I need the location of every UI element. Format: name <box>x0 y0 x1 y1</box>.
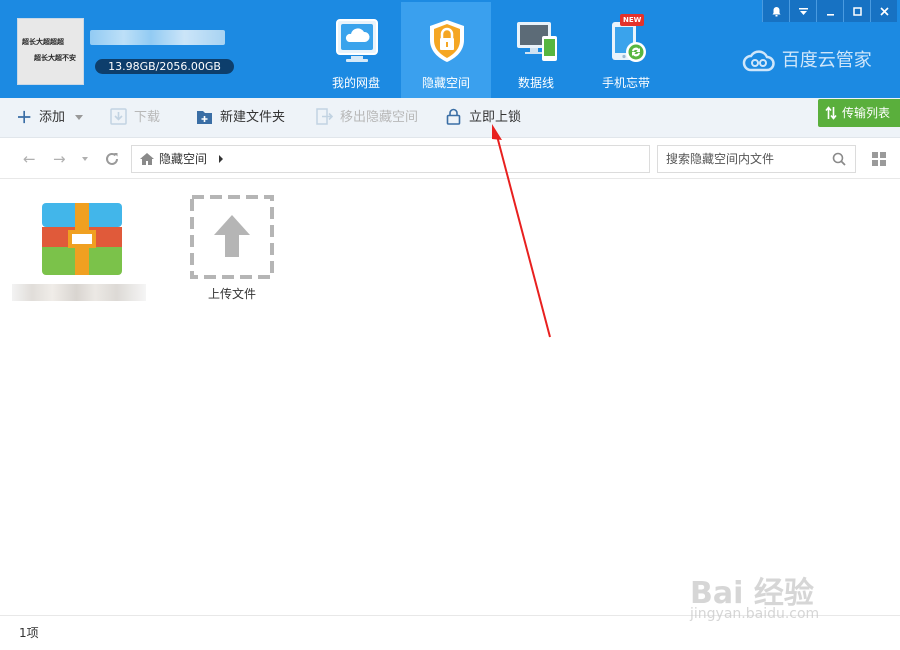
transfer-arrows-icon <box>825 106 837 120</box>
move-out-label: 移出隐藏空间 <box>340 110 419 125</box>
upload-arrow-icon <box>190 195 274 279</box>
file-area: 上传文件 <box>0 180 900 615</box>
download-label: 下载 <box>134 110 161 125</box>
avatar[interactable]: 超长大超超超 超长大超不安 <box>17 18 84 85</box>
search-input[interactable] <box>658 146 828 172</box>
lock-now-label: 立即上锁 <box>469 110 522 125</box>
devices-icon <box>517 22 557 61</box>
baidu-cloud-logo-icon <box>742 50 775 72</box>
tab-my-drive[interactable]: 我的网盘 <box>311 2 401 98</box>
item-count: 1项 <box>19 626 39 640</box>
download-button[interactable]: 下载 <box>110 98 160 138</box>
maximize-icon[interactable] <box>843 0 870 22</box>
file-name-blurred <box>12 284 146 301</box>
tab-data-cable-label: 数据线 <box>517 76 554 90</box>
window-controls <box>762 0 897 22</box>
refresh-icon[interactable] <box>104 151 120 167</box>
back-arrow-icon[interactable]: ← <box>23 151 36 167</box>
breadcrumb[interactable]: 隐藏空间 <box>131 145 650 173</box>
avatar-text-line-2: 超长大超不安 <box>34 53 76 62</box>
app-header: 超长大超超超 超长大超不安 13.98GB/2056.00GB 我的网盘 隐藏空… <box>0 0 900 98</box>
move-out-icon <box>316 108 333 125</box>
search-icon[interactable] <box>832 152 846 166</box>
history-dropdown-icon[interactable] <box>82 157 88 161</box>
lock-icon <box>446 108 461 125</box>
add-label: 添加 <box>39 110 66 125</box>
home-icon[interactable] <box>139 152 155 166</box>
close-icon[interactable] <box>870 0 897 22</box>
tab-data-cable[interactable]: 数据线 <box>491 2 581 98</box>
bell-icon[interactable] <box>762 0 789 22</box>
archive-file-icon <box>42 203 122 275</box>
new-folder-button[interactable]: 新建文件夹 <box>196 98 285 138</box>
grid-view-icon[interactable] <box>872 152 886 166</box>
add-button[interactable]: 添加 <box>18 98 84 138</box>
tab-phone-forgot-label: 手机忘带 <box>601 76 650 90</box>
chevron-down-icon[interactable] <box>75 115 84 120</box>
watermark-url: jingyan.baidu.com <box>690 606 820 622</box>
plus-icon <box>18 110 31 123</box>
tab-my-drive-label: 我的网盘 <box>331 76 380 90</box>
tab-hidden-space-label: 隐藏空间 <box>421 76 470 90</box>
brand-name: 百度云管家 <box>781 50 872 71</box>
username-blurred[interactable] <box>90 30 225 45</box>
upload-file-label: 上传文件 <box>207 287 256 301</box>
new-badge: NEW <box>620 14 645 26</box>
menu-dropdown-icon[interactable] <box>789 0 816 22</box>
breadcrumb-arrow-icon[interactable] <box>219 155 223 163</box>
breadcrumb-hidden-space[interactable]: 隐藏空间 <box>159 146 207 172</box>
transfer-list-button[interactable]: 传输列表 <box>818 99 900 127</box>
lock-shield-icon <box>430 20 464 62</box>
storage-quota: 13.98GB/2056.00GB <box>95 59 234 74</box>
forward-arrow-icon[interactable]: → <box>53 151 66 167</box>
toolbar: 添加 下载 新建文件夹 移出隐藏空间 立即上锁 <box>0 98 900 138</box>
transfer-list-label: 传输列表 <box>842 106 891 120</box>
file-item[interactable] <box>12 190 146 305</box>
download-icon <box>110 108 127 125</box>
brand-logo: 百度云管家 <box>742 48 872 74</box>
search-box <box>657 145 856 173</box>
address-bar: ← → 隐藏空间 <box>0 139 900 179</box>
minimize-icon[interactable] <box>816 0 843 22</box>
move-out-button[interactable]: 移出隐藏空间 <box>316 98 418 138</box>
lock-now-button[interactable]: 立即上锁 <box>445 98 521 138</box>
new-folder-label: 新建文件夹 <box>220 110 286 125</box>
cloud-drive-icon <box>336 19 378 62</box>
new-folder-icon <box>197 111 212 124</box>
avatar-text-line-1: 超长大超超超 <box>22 37 64 46</box>
tab-hidden-space[interactable]: 隐藏空间 <box>401 2 491 98</box>
